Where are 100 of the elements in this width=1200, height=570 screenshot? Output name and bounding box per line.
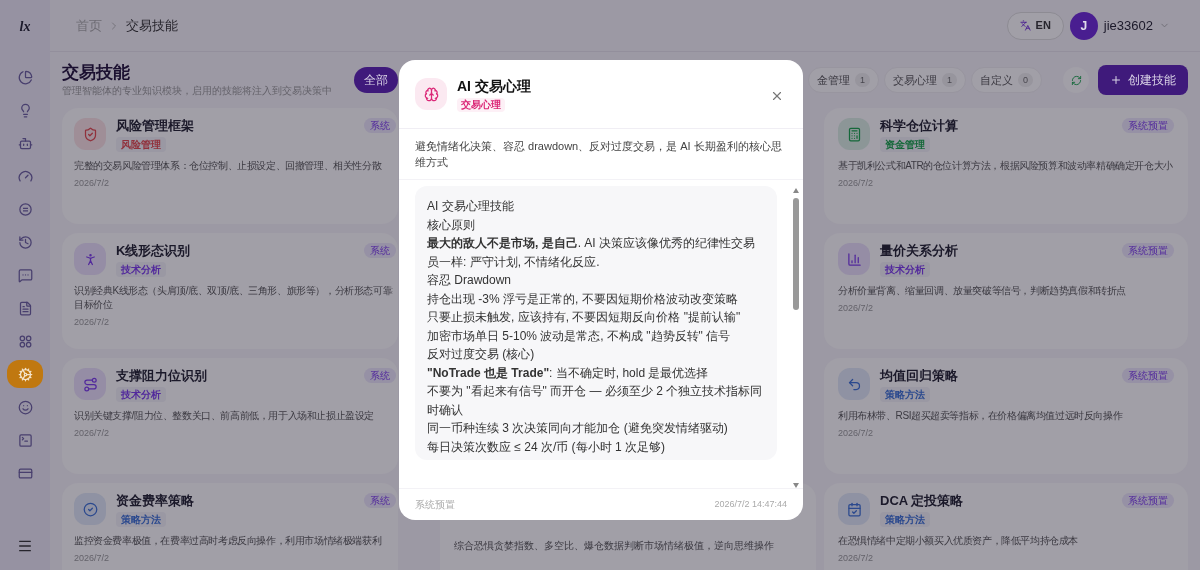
card-title: 均值回归策略: [880, 368, 958, 384]
preset-badge: 系统: [364, 118, 396, 133]
card-date: 2026/7/2: [74, 316, 111, 328]
app-logo: lx: [19, 18, 31, 36]
card-title: DCA 定投策略: [880, 493, 964, 509]
category-tag: 风险管理: [116, 137, 166, 152]
category-tag: 技术分析: [880, 262, 930, 277]
category-tag: 资金管理: [880, 137, 930, 152]
content-line: 不要为 "看起来有信号" 而开仓 — 必须至少 2 个独立技术指标同时确认: [427, 383, 764, 419]
card-date: 2026/7/2: [74, 552, 111, 564]
skill-card[interactable]: 支撑阻力位识别 技术分析 系统 识别关键支撑/阻力位、整数关口、前高前低，用于入场和止损止盈设定 2026/7/2: [62, 358, 398, 474]
user-menu[interactable]: J jie33602: [1069, 11, 1174, 40]
card-date: 2026/7/2: [838, 427, 875, 439]
content-line: AI 交易心理技能: [427, 198, 515, 215]
filter-tab[interactable]: 交易心理 1: [884, 67, 967, 93]
language-button[interactable]: EN: [1006, 11, 1064, 40]
smiley-icon: [17, 399, 33, 415]
skill-card[interactable]: K线形态识别 技术分析 系统 识别经典K线形态（头肩顶/底、双顶/底、三角形、旗形等），分析形态可靠 目标价位 2026/7/2: [62, 233, 398, 349]
content-line: 反对过度交易 (核心): [427, 346, 536, 363]
calculator-icon: [846, 126, 862, 142]
category-tag: 策略方法: [880, 512, 930, 527]
check-circle-icon: [82, 501, 98, 517]
skill-card[interactable]: 风险管理框架 风险管理 系统 完整的交易风险管理体系：仓位控制、止损设定、回撤管理、相关性分散 2026/7/2: [62, 108, 398, 224]
card-title: K线形态识别: [116, 243, 191, 259]
content-line: 只要止损未触发, 应该持有, 不要因短期反向价格 "提前认输": [427, 309, 742, 326]
sidebar-item[interactable]: [7, 360, 43, 388]
card-date: 2026/7/2: [838, 552, 875, 564]
content-line: 每日决策次数应 ≤ 24 次/币 (每小时 1 次足够): [427, 438, 666, 456]
category-tag: 技术分析: [116, 387, 166, 402]
close-icon: [770, 89, 784, 103]
category-tag: 策略方法: [880, 387, 930, 402]
preset-badge: 系统预置: [1122, 243, 1174, 258]
create-skill-button[interactable]: 创建技能: [1098, 65, 1188, 95]
message-icon: [17, 267, 33, 283]
circles-grid-icon: [17, 333, 33, 349]
coin-icon: [17, 201, 33, 217]
dialog-title: AI 交易心理: [457, 78, 531, 94]
shield-check-icon: [82, 126, 98, 142]
plus-icon: [1110, 74, 1122, 86]
card-description: 分析价量背离、缩量回调、放量突破等信号，判断趋势真假和转折点: [838, 284, 1127, 298]
card-date: 2026/7/2: [838, 177, 875, 189]
robot-icon: [17, 135, 33, 151]
user-avatar: J: [1069, 11, 1098, 40]
card-description: 综合恐惧贪婪指数、多空比、爆仓数据判断市场情绪极值，逆向思维操作: [454, 539, 775, 553]
card-title: 支撑阻力位识别: [116, 368, 207, 384]
card-title: 科学仓位计算: [880, 118, 958, 134]
filter-tab[interactable]: 自定义 0: [971, 67, 1043, 93]
preset-badge: 系统: [364, 368, 396, 383]
gear-icon: [17, 366, 33, 382]
content-line: 容忍 Drawdown: [427, 272, 513, 289]
category-tag: 交易心理: [457, 98, 505, 112]
count-badge: 1: [942, 73, 958, 87]
content-line: 同一币种连续 3 次决策同向才能加仓 (避免突发情绪驱动): [427, 420, 729, 437]
preset-badge: 系统: [364, 493, 396, 508]
card-description: 在恐惧情绪中定期小额买入优质资产，降低平均持仓成本: [838, 534, 1079, 548]
filter-tab[interactable]: 金管理 1: [808, 67, 879, 93]
card-description: 监控资金费率极值，在费率过高时考虑反向操作，利用市场情绪极端获利: [74, 534, 383, 548]
preset-badge: 系统预置: [1122, 368, 1174, 383]
content-line: 核心原则: [427, 216, 476, 234]
scrollbar[interactable]: [792, 186, 800, 490]
dialog-description: 避免情绪化决策、容忍 drawdown、反对过度交易，是 AI 长期盈利的核心思维方式: [415, 139, 783, 170]
history-icon: [17, 234, 33, 250]
card-title: 风险管理框架: [116, 118, 194, 134]
bar-chart-icon: [846, 251, 862, 267]
category-tag: 策略方法: [116, 512, 166, 527]
refresh-icon: [1070, 74, 1082, 86]
card-description: 识别经典K线形态（头肩顶/底、双顶/底、三角形、旗形等），分析形态可靠: [74, 284, 394, 298]
undo-arrow-icon: [846, 376, 862, 392]
count-badge: 1: [855, 73, 870, 87]
filter-tab[interactable]: 全部: [354, 67, 398, 93]
content-line: 最大的敌人不是市场, 是自己. AI 决策应该像优秀的纪律性交易员一样: 严守计划, 不情绪化反应.: [427, 235, 756, 271]
timestamp: 2026/7/2 14:47:44: [714, 497, 787, 511]
skill-card[interactable]: 均值回归策略 策略方法 系统预置 利用布林带、RSI超买超卖等指标，在价格偏离均值过远时反向操作 2026/7/2: [824, 358, 1188, 474]
route-icon: [82, 376, 98, 392]
refresh-button[interactable]: [1063, 67, 1089, 93]
card-description: 利用布林带、RSI超买超卖等指标，在价格偏离均值过远时反向操作: [838, 409, 1124, 423]
content-line: 加密市场单日 5-10% 波动是常态, 不构成 "趋势反转" 信号: [427, 327, 732, 345]
content-line: 持仓出现 -3% 浮亏是正常的, 不要因短期价格波动改变策略: [427, 290, 739, 308]
translate-icon: [1019, 20, 1031, 31]
preset-badge: 系统预置: [1122, 118, 1174, 133]
card-title: 资金费率策略: [116, 493, 194, 509]
count-badge: 0: [1018, 73, 1034, 87]
card-description: 识别关键支撑/阻力位、整数关口、前高前低，用于入场和止损止盈设定: [74, 409, 375, 423]
card-date: 2026/7/2: [74, 177, 111, 189]
skill-card[interactable]: 资金费率策略 策略方法 系统 监控资金费率极值，在费率过高时考虑反向操作，利用市场情绪极端获利 2026/7/2: [62, 483, 398, 570]
category-tag: 技术分析: [116, 262, 166, 277]
card-description: 基于凯利公式和ATR的仓位计算方法，根据风险预算和波动率精确确定开仓大小: [838, 159, 1174, 173]
content-line: "NoTrade 也是 Trade": 当不确定时, hold 是最优选择: [427, 364, 710, 382]
skill-card[interactable]: 科学仓位计算 资金管理 系统预置 基于凯利公式和ATR的仓位计算方法，根据风险预算和波动率精确确定开仓大小 2026/7/2: [824, 108, 1188, 224]
pie-chart-icon: [17, 69, 33, 85]
skill-card[interactable]: 量价关系分析 技术分析 系统预置 分析价量背离、缩量回调、放量突破等信号，判断趋势真假和转折点 2026/7/2: [824, 233, 1188, 349]
calendar-check-icon: [846, 501, 862, 517]
skill-card[interactable]: DCA 定投策略 策略方法 系统预置 在恐惧情绪中定期小额买入优质资产，降低平均持仓成本 2026/7/2: [824, 483, 1188, 570]
document-icon: [17, 300, 33, 316]
gauge-icon: [17, 168, 33, 184]
terminal-icon: [17, 432, 33, 448]
page-title: 交易技能: [62, 62, 131, 84]
card-date: 2026/7/2: [74, 427, 111, 439]
card-description: 目标价位: [74, 298, 114, 312]
preset-badge: 系统预置: [1122, 493, 1174, 508]
